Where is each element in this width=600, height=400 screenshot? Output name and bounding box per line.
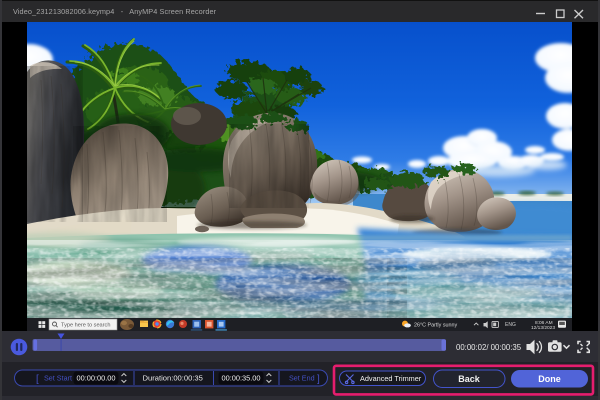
svg-text:Advanced Trimmer: Advanced Trimmer bbox=[360, 374, 422, 383]
svg-text:00:00:00.00: 00:00:00.00 bbox=[76, 374, 115, 383]
svg-text:Duration:00:00:35: Duration:00:00:35 bbox=[143, 374, 203, 383]
svg-text:Type here to search: Type here to search bbox=[61, 322, 110, 328]
svg-text:26°C Partly sunny: 26°C Partly sunny bbox=[414, 322, 458, 328]
svg-text:Set Start: Set Start bbox=[44, 374, 72, 383]
svg-text:ENG: ENG bbox=[505, 322, 516, 328]
svg-text:8:06 AM: 8:06 AM bbox=[535, 320, 553, 326]
svg-text:00:00:02/ 00:00:35: 00:00:02/ 00:00:35 bbox=[456, 343, 522, 352]
svg-text:[: [ bbox=[36, 374, 39, 385]
svg-text:Back: Back bbox=[458, 374, 481, 384]
svg-text:]: ] bbox=[317, 374, 320, 385]
svg-text:00:00:35.00: 00:00:35.00 bbox=[221, 374, 260, 383]
svg-text:Set End: Set End bbox=[289, 374, 315, 383]
svg-text:Done: Done bbox=[538, 374, 561, 384]
